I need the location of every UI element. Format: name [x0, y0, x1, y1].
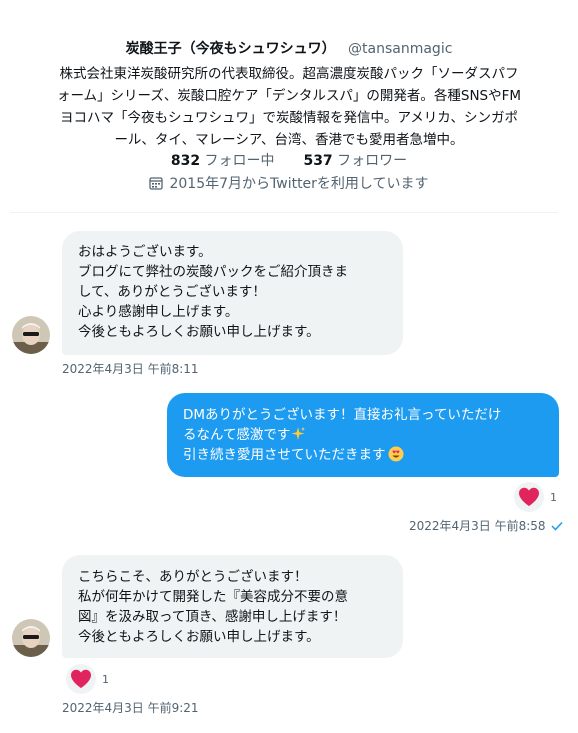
- profile-display-name[interactable]: 炭酸王子（今夜もシュワシュワ）: [126, 41, 336, 57]
- message-bubble-outgoing[interactable]: DMありがとうございます！直接お礼言っていただけ るなんて感激です 引き続き愛用…: [167, 393, 559, 477]
- reaction-count: 1: [102, 672, 109, 686]
- message-text-line: して、ありがとうございます！: [78, 284, 266, 300]
- follow-stats: 832 フォロー中 537 フォロワー: [0, 150, 578, 170]
- message-text-line-with-emoji: 引き続き愛用させていただきます: [183, 445, 559, 465]
- avatar[interactable]: [12, 619, 50, 657]
- following-label: フォロー中: [204, 153, 275, 169]
- message-text-line: おはようございます。: [78, 244, 212, 260]
- message-text-line: DMありがとうございます！直接お礼言っていただけ: [183, 407, 502, 423]
- message-text-line-with-emoji: るなんて感激です: [183, 425, 559, 445]
- divider: [10, 212, 558, 213]
- profile-bio: 株式会社東洋炭酸研究所の代表取締役。超高濃度炭酸パック「ソーダスパフ ォーム」シ…: [24, 63, 554, 151]
- sparkles-emoji: [291, 427, 306, 440]
- checkmark-icon: [551, 521, 563, 531]
- reaction-pill[interactable]: [514, 482, 544, 512]
- message-reaction[interactable]: 1: [66, 664, 109, 694]
- followers-count: 537: [303, 153, 333, 169]
- following-count: 832: [170, 153, 201, 169]
- message-timestamp: 2022年4月3日 午前8:58: [409, 517, 563, 534]
- message-text-line: こちらこそ、ありがとうございます！: [78, 569, 308, 585]
- message-text: 引き続き愛用させていただきます: [183, 447, 386, 463]
- message-text-line: 心より感謝申し上げます。: [78, 304, 239, 320]
- reaction-count: 1: [550, 490, 557, 504]
- profile-handle[interactable]: @tansanmagic: [348, 41, 452, 57]
- bio-line: ヨコハマ「今夜もシュワシュワ」で炭酸情報を発信中。アメリカ、シンガポ: [59, 110, 519, 126]
- reaction-pill[interactable]: [66, 664, 96, 694]
- followers-label: フォロワー: [337, 153, 408, 169]
- joined-date: 2015年7月からTwitterを利用しています: [0, 173, 578, 193]
- bio-line: ール、タイ、マレーシア、台湾、香港でも愛用者急増中。: [114, 132, 464, 148]
- message-reaction[interactable]: 1: [514, 482, 557, 512]
- bio-line: ォーム」シリーズ、炭酸口腔ケア「デンタルスパ」の開発者。各種SNSやFM: [56, 88, 522, 104]
- message-text-line: 今後ともよろしくお願い申し上げます。: [78, 629, 320, 645]
- profile-name-line: 炭酸王子（今夜もシュワシュワ） @tansanmagic: [0, 38, 578, 58]
- following-link[interactable]: 832 フォロー中: [171, 153, 275, 169]
- joined-text: 2015年7月からTwitterを利用しています: [169, 176, 429, 192]
- message-timestamp: 2022年4月3日 午前9:21: [62, 701, 199, 715]
- message-timestamp: 2022年4月3日 午前8:11: [62, 362, 199, 376]
- calendar-icon: [149, 177, 164, 190]
- message-bubble-incoming[interactable]: こちらこそ、ありがとうございます！ 私が何年かけて開発した『美容成分不要の意 図…: [62, 555, 403, 658]
- message-text-line: ブログにて弊社の炭酸パックをご紹介頂きま: [78, 264, 348, 280]
- message-timestamp-text: 2022年4月3日 午前8:58: [409, 519, 546, 533]
- heart-icon: [71, 669, 91, 688]
- message-bubble-incoming[interactable]: おはようございます。 ブログにて弊社の炭酸パックをご紹介頂きま して、ありがとう…: [62, 231, 403, 355]
- message-text-line: 図』を汲み取って頂き、感謝申し上げます！: [78, 609, 347, 625]
- message-text-line: 今後ともよろしくお願い申し上げます。: [78, 324, 320, 340]
- message-text-line: 私が何年かけて開発した『美容成分不要の意: [78, 589, 348, 605]
- heart-eyes-emoji: [388, 446, 403, 462]
- followers-link[interactable]: 537 フォロワー: [303, 153, 407, 169]
- bio-line: 株式会社東洋炭酸研究所の代表取締役。超高濃度炭酸パック「ソーダスパフ: [59, 66, 519, 82]
- message-text: るなんて感激です: [183, 427, 291, 443]
- heart-icon: [519, 487, 539, 506]
- avatar[interactable]: [12, 316, 50, 354]
